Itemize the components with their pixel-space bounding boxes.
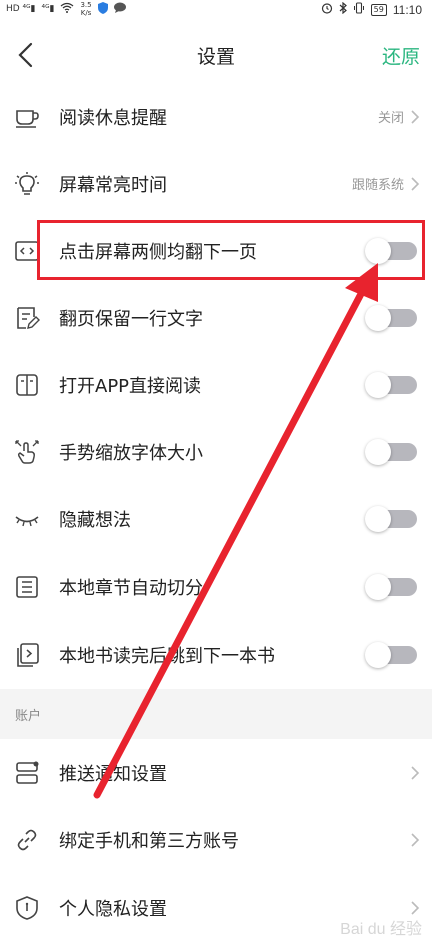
setting-screen-on-time[interactable]: 屏幕常亮时间 跟随系统: [0, 150, 432, 217]
watermark-logo: Bai du 经验: [340, 921, 422, 938]
setting-label: 绑定手机和第三方账号: [59, 830, 239, 852]
restore-button[interactable]: 还原: [382, 42, 420, 69]
setting-reading-rest-reminder[interactable]: 阅读休息提醒 关闭: [0, 83, 432, 150]
toggle-switch[interactable]: [365, 505, 417, 532]
bluetooth-icon: [339, 1, 347, 17]
next-book-icon: [14, 642, 40, 668]
toggle-switch[interactable]: [365, 641, 417, 668]
closed-eye-icon: [14, 506, 40, 532]
setting-value: 关闭: [377, 111, 404, 126]
setting-label: 推送通知设置: [59, 763, 167, 785]
setting-open-app-direct-read[interactable]: 打开APP直接阅读: [0, 351, 432, 418]
chevron-right-icon: [411, 832, 420, 847]
lightbulb-icon: [14, 171, 40, 197]
vibrate-icon: [353, 2, 365, 17]
setting-next-book-after-finish[interactable]: 本地书读完后跳到下一本书: [0, 621, 432, 688]
chevron-left-icon: [18, 42, 33, 68]
open-book-icon: [14, 372, 40, 398]
list-document-icon: [14, 574, 40, 600]
toggle-switch[interactable]: [365, 573, 417, 600]
setting-label: 点击屏幕两侧均翻下一页: [59, 241, 257, 263]
setting-gesture-zoom-font[interactable]: 手势缩放字体大小: [0, 418, 432, 485]
coffee-cup-icon: [14, 104, 40, 130]
setting-label: 个人隐私设置: [59, 898, 167, 920]
net-speed: 3.5 K/s: [80, 1, 92, 17]
code-brackets-icon: [14, 238, 40, 264]
chevron-right-icon: [411, 109, 420, 124]
setting-label: 打开APP直接阅读: [59, 375, 202, 397]
status-bar: HD ⁴ᴳ▮ ⁴ᴳ▮ 3.5 K/s 59 11:10: [0, 0, 432, 22]
setting-label: 手势缩放字体大小: [59, 442, 203, 464]
link-icon: [14, 827, 40, 853]
signal-icon: ⁴ᴳ▮: [41, 4, 55, 14]
setting-label: 阅读休息提醒: [59, 107, 167, 129]
setting-label: 翻页保留一行文字: [59, 308, 203, 330]
setting-label: 隐藏想法: [59, 509, 131, 531]
alarm-icon: [321, 2, 333, 17]
toggle-switch[interactable]: [365, 371, 417, 398]
setting-label: 本地书读完后跳到下一本书: [59, 645, 275, 667]
back-button[interactable]: [14, 40, 38, 70]
setting-hide-thoughts[interactable]: 隐藏想法: [0, 485, 432, 552]
hd-signal-icon: HD ⁴ᴳ▮: [6, 4, 36, 14]
chevron-right-icon: [411, 900, 420, 915]
setting-local-chapter-split[interactable]: 本地章节自动切分: [0, 553, 432, 620]
setting-value: 跟随系统: [351, 178, 404, 193]
setting-label: 本地章节自动切分: [59, 577, 203, 599]
shield-icon: [97, 1, 108, 17]
wifi-icon: [60, 2, 74, 16]
battery-indicator: 59: [370, 3, 387, 16]
setting-keep-one-line[interactable]: 翻页保留一行文字: [0, 284, 432, 351]
shield-lock-icon: [14, 895, 40, 921]
account-section-header: 账户: [0, 689, 432, 739]
clock: 11:10: [392, 2, 422, 17]
chevron-right-icon: [411, 176, 420, 191]
toggle-switch[interactable]: [365, 438, 417, 465]
setting-tap-both-sides-next-page[interactable]: 点击屏幕两侧均翻下一页: [0, 217, 432, 284]
header: 设置 还原: [0, 30, 432, 82]
notification-stack-icon: [14, 760, 40, 786]
page-title: 设置: [196, 46, 235, 68]
chevron-right-icon: [411, 765, 420, 780]
document-edit-icon: [14, 305, 40, 331]
chat-icon: [113, 2, 126, 16]
section-title: 账户: [15, 709, 42, 724]
toggle-switch[interactable]: [365, 237, 417, 264]
toggle-switch[interactable]: [365, 304, 417, 331]
setting-label: 屏幕常亮时间: [59, 174, 167, 196]
setting-bind-phone-accounts[interactable]: 绑定手机和第三方账号: [0, 806, 432, 873]
pinch-gesture-icon: [14, 439, 40, 465]
setting-push-notification[interactable]: 推送通知设置: [0, 739, 432, 806]
